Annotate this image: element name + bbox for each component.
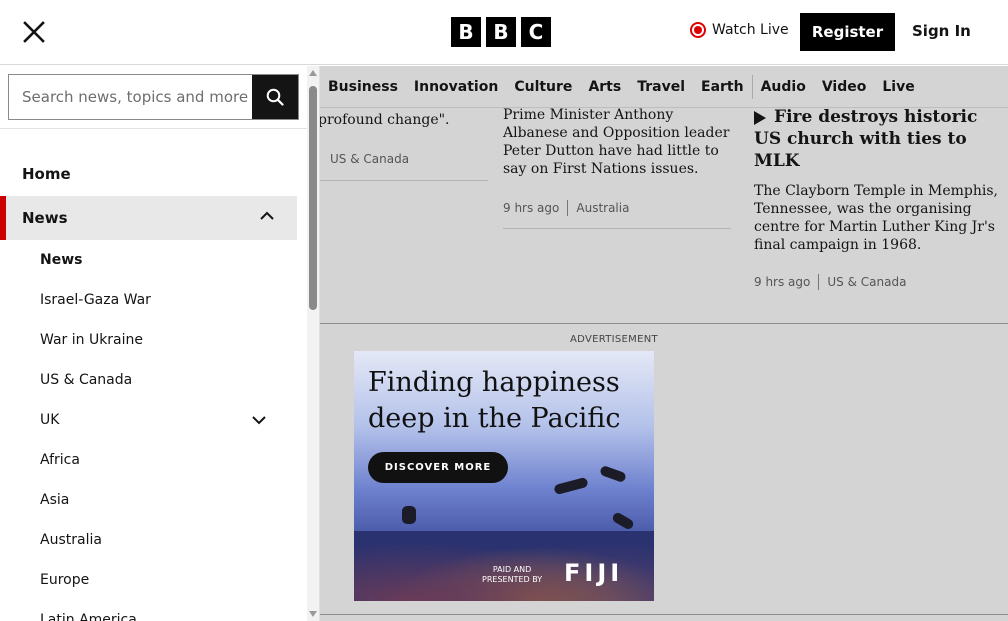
story-tag[interactable]: US & Canada — [827, 275, 906, 289]
close-menu-button[interactable] — [22, 20, 46, 44]
paid-by-label: PAID AND PRESENTED BY — [482, 565, 542, 585]
meta-divider — [818, 274, 820, 290]
drawer-subitem-label: Africa — [40, 452, 80, 468]
logo-letter: B — [486, 17, 516, 47]
fiji-logo: FIJI — [564, 559, 624, 587]
drawer-subitem-news[interactable]: News — [0, 240, 307, 280]
logo-letter: C — [521, 17, 551, 47]
drawer-subitem-us-canada[interactable]: US & Canada — [0, 360, 307, 400]
story-meta: 9 hrs ago Australia — [503, 200, 731, 216]
watch-live-link[interactable]: Watch Live — [690, 22, 789, 38]
drawer-subitem-label: Latin America — [40, 612, 137, 621]
drawer-subitem-label: Australia — [40, 532, 102, 548]
story-summary: The Clayborn Temple in Memphis, Tennesse… — [754, 183, 999, 253]
search-input[interactable] — [9, 75, 252, 119]
diver-graphic — [610, 511, 636, 531]
scroll-down-arrow-icon[interactable] — [309, 611, 317, 617]
site-header: B B C Watch Live Register Sign In — [0, 0, 1008, 65]
story-tag[interactable]: Australia — [576, 201, 629, 215]
drawer-subitem-label: Europe — [40, 572, 90, 588]
diver-graphic — [553, 476, 589, 496]
nav-arts[interactable]: Arts — [580, 79, 629, 95]
story-card[interactable]: Prime Minister Anthony Albanese and Oppo… — [503, 106, 731, 229]
divider — [503, 228, 731, 229]
nav-live[interactable]: Live — [874, 79, 922, 95]
logo-letter: B — [451, 17, 481, 47]
search-bar — [8, 74, 299, 120]
story-summary: profound change". — [320, 112, 450, 128]
register-button[interactable]: Register — [800, 13, 895, 51]
story-tag[interactable]: US & Canada — [330, 152, 409, 166]
drawer-subitem-label: Asia — [40, 492, 70, 508]
divider — [0, 128, 307, 129]
main-content: Business Innovation Culture Arts Travel … — [320, 66, 1008, 621]
drawer-subitem-africa[interactable]: Africa — [0, 440, 307, 480]
top-navigation: Business Innovation Culture Arts Travel … — [320, 66, 1008, 108]
drawer-subitem-label: Israel-Gaza War — [40, 292, 151, 308]
drawer-subitem-latin-america[interactable]: Latin America — [0, 600, 307, 621]
chevron-up-icon[interactable] — [259, 208, 275, 224]
advertisement-label: ADVERTISEMENT — [570, 334, 658, 345]
advertisement-banner[interactable]: Finding happiness deep in the Pacific DI… — [354, 351, 654, 601]
nav-video[interactable]: Video — [814, 79, 875, 95]
chevron-down-icon[interactable] — [251, 412, 267, 428]
drawer-item-news[interactable]: News — [0, 196, 297, 240]
story-summary: Prime Minister Anthony Albanese and Oppo… — [503, 107, 730, 177]
scrollbar-thumb[interactable] — [309, 86, 317, 310]
drawer-scrollbar[interactable] — [307, 66, 319, 621]
story-time: 9 hrs ago — [503, 201, 560, 215]
ad-headline: Finding happiness deep in the Pacific — [368, 367, 621, 434]
nav-culture[interactable]: Culture — [506, 79, 580, 95]
drawer-subitem-europe[interactable]: Europe — [0, 560, 307, 600]
divider — [320, 180, 488, 181]
drawer-subitem-label: War in Ukraine — [40, 332, 144, 348]
nav-innovation[interactable]: Innovation — [406, 79, 506, 95]
drawer-item-label: News — [22, 209, 68, 227]
play-icon — [754, 110, 766, 125]
watch-live-label: Watch Live — [712, 22, 789, 38]
search-button[interactable] — [252, 75, 298, 119]
nav-travel[interactable]: Travel — [629, 79, 693, 95]
close-icon — [23, 21, 45, 43]
story-meta: 9 hrs ago US & Canada — [754, 274, 1004, 290]
section-divider — [320, 614, 1008, 615]
paid-line: PAID AND — [492, 565, 532, 574]
navigation-drawer: Home News News Israel-Gaza War War in Uk… — [0, 66, 320, 621]
drawer-subitem-label: News — [40, 252, 83, 268]
section-divider — [320, 323, 1008, 324]
drawer-subitem-australia[interactable]: Australia — [0, 520, 307, 560]
nav-earth[interactable]: Earth — [693, 79, 752, 95]
drawer-item-home[interactable]: Home — [0, 152, 307, 196]
story-title-text: Fire destroys historic US church with ti… — [754, 107, 978, 171]
story-card[interactable]: Fire destroys historic US church with ti… — [754, 106, 1004, 290]
drawer-nav: Home News News Israel-Gaza War War in Uk… — [0, 152, 307, 621]
nav-audio[interactable]: Audio — [753, 79, 814, 95]
sign-in-button[interactable]: Sign In — [912, 22, 971, 40]
drawer-subitem-asia[interactable]: Asia — [0, 480, 307, 520]
drawer-subitem-uk[interactable]: UK — [0, 400, 307, 440]
drawer-subitem-war-in-ukraine[interactable]: War in Ukraine — [0, 320, 307, 360]
story-time: 9 hrs ago — [754, 275, 811, 289]
meta-divider — [567, 200, 569, 216]
drawer-subitem-label: UK — [40, 412, 60, 428]
search-icon — [266, 88, 284, 106]
drawer-subitem-label: US & Canada — [40, 372, 133, 388]
live-icon — [690, 22, 706, 38]
bbc-logo[interactable]: B B C — [451, 17, 551, 47]
diver-graphic — [599, 464, 627, 484]
story-title[interactable]: Fire destroys historic US church with ti… — [754, 106, 1004, 172]
drawer-item-label: Home — [22, 165, 71, 183]
discover-more-button[interactable]: DISCOVER MORE — [368, 452, 508, 483]
nav-business[interactable]: Business — [320, 79, 406, 95]
drawer-subitem-israel-gaza-war[interactable]: Israel-Gaza War — [0, 280, 307, 320]
paid-line: PRESENTED BY — [482, 575, 543, 584]
diver-graphic — [402, 506, 416, 524]
scroll-up-arrow-icon[interactable] — [309, 70, 317, 76]
